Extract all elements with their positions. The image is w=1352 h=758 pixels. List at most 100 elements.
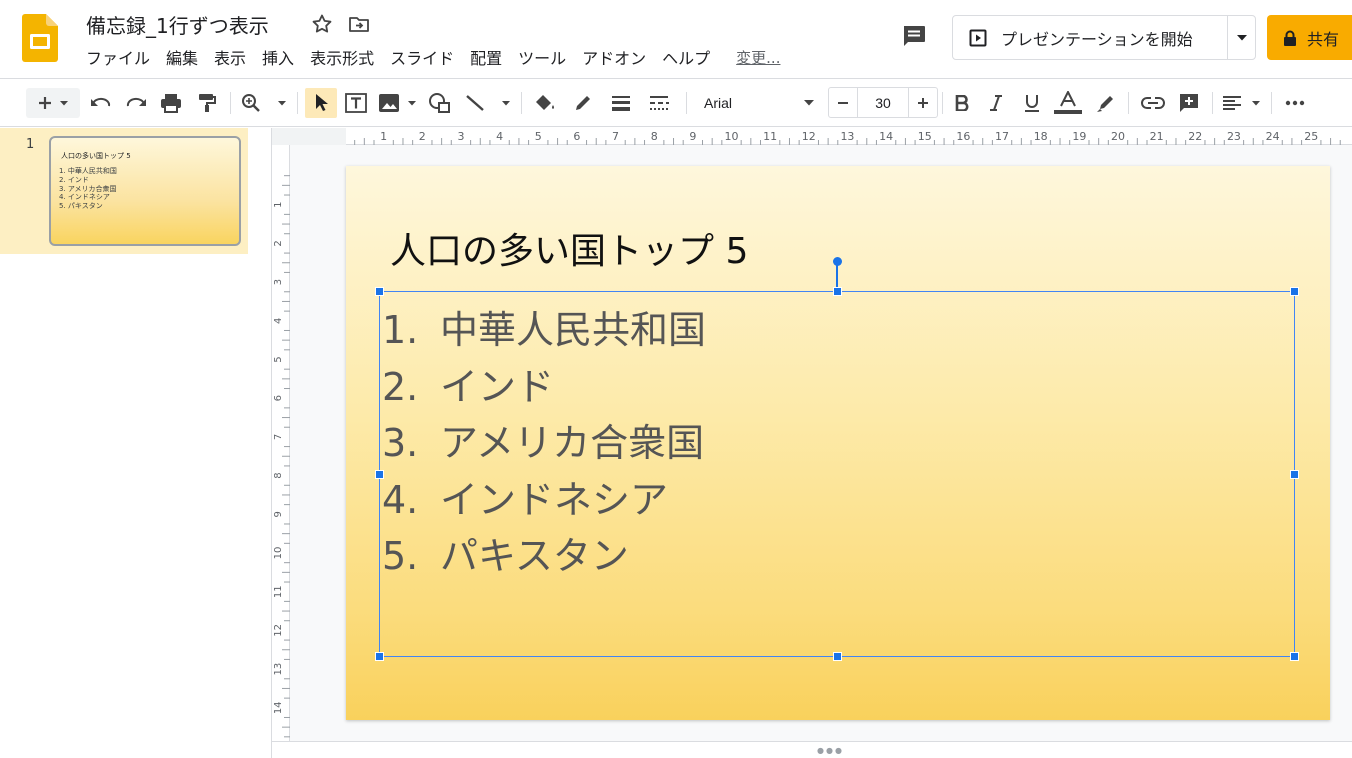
resize-handle-top-left[interactable] bbox=[375, 287, 384, 296]
filmstrip-slide-1[interactable]: 1 人口の多い国トップ 5 1. 中華人民共和国 2. インド 3. アメリカ合… bbox=[0, 128, 248, 254]
slides-logo-icon[interactable] bbox=[22, 14, 58, 62]
zoom-button[interactable] bbox=[238, 88, 290, 118]
present-icon bbox=[969, 29, 987, 46]
present-options-button[interactable] bbox=[1227, 16, 1255, 59]
ruler-label: 13 bbox=[273, 663, 284, 676]
ruler-label: 25 bbox=[1304, 130, 1318, 143]
ruler-label: 13 bbox=[840, 130, 854, 143]
list-text: インドネシア bbox=[440, 477, 669, 522]
horizontal-ruler[interactable]: 1 2 3 4 5 6 7 8 9 10 11 12 13 14 15 16 17 18 19 20 21 22 23 24 2… bbox=[272, 128, 1352, 145]
underline-button[interactable] bbox=[1018, 88, 1046, 118]
toolbar: Arial 30 bbox=[0, 78, 1352, 127]
list-item[interactable]: 2. インド bbox=[382, 359, 706, 416]
ruler-label: 12 bbox=[273, 624, 284, 637]
present-button[interactable]: プレゼンテーションを開始 bbox=[953, 16, 1227, 59]
line-button[interactable] bbox=[462, 88, 514, 118]
undo-button[interactable] bbox=[86, 88, 116, 118]
list-item[interactable]: 3. アメリカ合衆国 bbox=[382, 415, 706, 472]
list-item[interactable]: 1. 中華人民共和国 bbox=[382, 302, 706, 359]
toolbar-divider bbox=[521, 92, 522, 114]
star-icon[interactable] bbox=[310, 12, 334, 36]
align-button[interactable] bbox=[1220, 88, 1264, 118]
decrease-font-size-button[interactable] bbox=[829, 88, 857, 117]
new-slide-button[interactable] bbox=[26, 88, 80, 118]
share-button[interactable]: 共有 bbox=[1267, 15, 1352, 60]
border-color-button[interactable] bbox=[568, 88, 598, 118]
ruler-label: 1 bbox=[273, 202, 284, 208]
list-item[interactable]: 5. パキスタン bbox=[382, 528, 706, 585]
menu-tools[interactable]: ツール bbox=[510, 46, 574, 72]
slide-thumbnail[interactable]: 人口の多い国トップ 5 1. 中華人民共和国 2. インド 3. アメリカ合衆国… bbox=[49, 136, 241, 246]
menu-addons[interactable]: アドオン bbox=[574, 46, 654, 72]
paint-format-button[interactable] bbox=[192, 88, 222, 118]
add-comment-button[interactable] bbox=[1174, 88, 1204, 118]
border-weight-button[interactable] bbox=[606, 88, 636, 118]
menu-bar: ファイル 編集 表示 挿入 表示形式 スライド 配置 ツール アドオン ヘルプ … bbox=[78, 46, 780, 72]
menu-slide[interactable]: スライド bbox=[382, 46, 462, 72]
list-item[interactable]: 4. インドネシア bbox=[382, 472, 706, 529]
slide-title[interactable]: 人口の多い国トップ 5 bbox=[390, 222, 748, 274]
insert-link-button[interactable] bbox=[1138, 88, 1168, 118]
more-options-button[interactable] bbox=[1280, 88, 1310, 118]
rotation-handle[interactable] bbox=[832, 257, 842, 266]
resize-handle-right[interactable] bbox=[1290, 469, 1299, 479]
italic-button[interactable] bbox=[982, 88, 1010, 118]
ruler-label: 23 bbox=[1227, 130, 1241, 143]
menu-help[interactable]: ヘルプ bbox=[654, 46, 718, 72]
speaker-notes-resizer[interactable]: ●●● bbox=[272, 741, 1352, 758]
resize-handle-top[interactable] bbox=[832, 287, 842, 296]
slide-canvas[interactable]: 人口の多い国トップ 5 1. 中華人民共和国 2. インド 3. アメリカ合衆国 4.… bbox=[346, 166, 1330, 720]
redo-icon bbox=[126, 97, 146, 107]
menu-arrange[interactable]: 配置 bbox=[462, 46, 510, 72]
link-icon bbox=[1141, 97, 1165, 109]
font-size-control: 30 bbox=[828, 87, 938, 118]
thumbnail-list-item: 5. パキスタン bbox=[59, 202, 103, 211]
document-title[interactable]: 備忘録_1行ずつ表示 bbox=[86, 10, 269, 39]
comment-history-icon[interactable] bbox=[900, 22, 928, 50]
toolbar-divider bbox=[230, 92, 231, 114]
insert-image-button[interactable] bbox=[376, 88, 420, 118]
list-number: 4. bbox=[382, 477, 419, 522]
resize-handle-bottom-left[interactable] bbox=[375, 652, 384, 661]
border-dash-button[interactable] bbox=[644, 88, 674, 118]
plus-icon bbox=[918, 97, 928, 108]
ruler-label: 22 bbox=[1188, 130, 1202, 143]
ruler-label: 24 bbox=[1266, 130, 1280, 143]
paint-format-icon bbox=[199, 94, 216, 112]
slides-app: 備忘録_1行ずつ表示 ファイル 編集 表示 挿入 表示形式 スライド 配置 ツー… bbox=[0, 0, 1352, 758]
fill-color-button[interactable] bbox=[530, 88, 560, 118]
bold-button[interactable] bbox=[948, 88, 976, 118]
ruler-label: 6 bbox=[273, 395, 284, 401]
shape-button[interactable] bbox=[425, 88, 455, 118]
resize-handle-top-right[interactable] bbox=[1290, 287, 1299, 296]
font-family-select[interactable]: Arial bbox=[696, 88, 822, 118]
resize-handle-bottom[interactable] bbox=[832, 652, 842, 661]
ruler-label: 2 bbox=[419, 130, 426, 143]
increase-font-size-button[interactable] bbox=[909, 88, 937, 117]
redo-button[interactable] bbox=[121, 88, 151, 118]
menu-insert[interactable]: 挿入 bbox=[254, 46, 302, 72]
thumbnail-list-item: 4. インドネシア bbox=[59, 193, 110, 202]
cursor-icon bbox=[316, 94, 328, 111]
menu-view[interactable]: 表示 bbox=[206, 46, 254, 72]
text-color-button[interactable] bbox=[1052, 88, 1084, 118]
menu-format[interactable]: 表示形式 bbox=[302, 46, 382, 72]
print-button[interactable] bbox=[156, 88, 186, 118]
font-size-input[interactable]: 30 bbox=[857, 88, 909, 117]
border-weight-icon bbox=[612, 96, 630, 111]
ruler-label: 3 bbox=[273, 279, 284, 285]
list-number: 2. bbox=[382, 364, 419, 409]
move-to-folder-icon[interactable] bbox=[347, 12, 371, 36]
menu-edit[interactable]: 編集 bbox=[158, 46, 206, 72]
resize-handle-left[interactable] bbox=[375, 469, 384, 479]
text-box-button[interactable] bbox=[341, 88, 371, 118]
resize-handle-bottom-right[interactable] bbox=[1290, 652, 1299, 661]
select-tool-button[interactable] bbox=[305, 88, 337, 118]
ruler-label: 4 bbox=[496, 130, 503, 143]
body-text-box[interactable]: 1. 中華人民共和国 2. インド 3. アメリカ合衆国 4. インドネシア 5. パキス… bbox=[379, 291, 1295, 657]
highlight-color-button[interactable] bbox=[1092, 88, 1120, 118]
ruler-label: 12 bbox=[802, 130, 816, 143]
last-edit-link[interactable]: 変更... bbox=[736, 46, 780, 72]
menu-file[interactable]: ファイル bbox=[78, 46, 158, 72]
vertical-ruler[interactable]: 1 2 3 4 5 6 7 8 9 10 11 12 13 14 bbox=[272, 145, 290, 743]
